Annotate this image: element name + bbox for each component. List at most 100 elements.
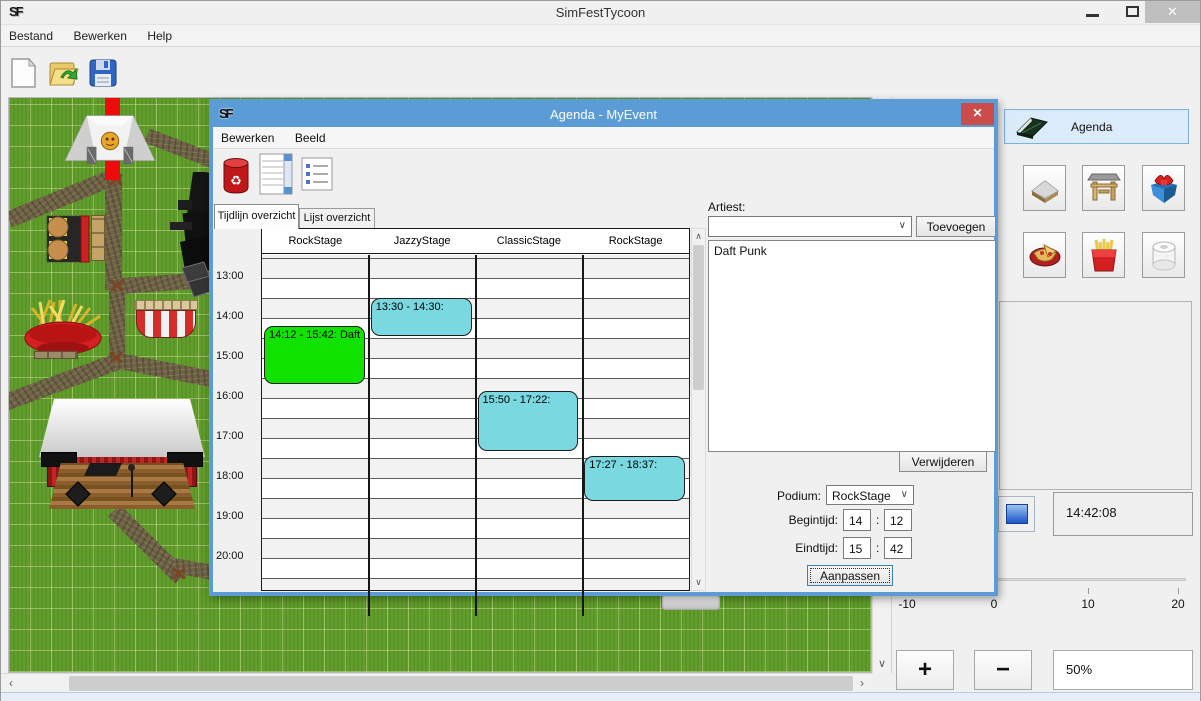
main-stage[interactable] bbox=[39, 399, 205, 511]
begin-hour-field[interactable]: 14 bbox=[843, 509, 871, 531]
zoom-out-button[interactable]: − bbox=[974, 650, 1032, 690]
slider-label: -10 bbox=[898, 597, 915, 611]
time-label: 14:00 bbox=[216, 310, 260, 322]
trash-icon[interactable]: ♻ bbox=[221, 157, 251, 195]
tab-lijst-overzicht[interactable]: Lijst overzicht bbox=[299, 208, 375, 229]
time-label: 13:00 bbox=[216, 270, 260, 282]
dialog-close-button[interactable]: ✕ bbox=[961, 103, 994, 125]
timeline-view-icon[interactable] bbox=[259, 153, 293, 195]
striped-booth[interactable] bbox=[136, 303, 196, 339]
fries-stand[interactable] bbox=[20, 298, 106, 356]
schedule-event[interactable]: 15:50 - 17:22: bbox=[478, 391, 579, 450]
zoom-in-button[interactable]: + bbox=[896, 650, 954, 690]
schedule-table[interactable]: RockStageJazzyStageClassicStageRockStage… bbox=[261, 228, 690, 591]
time-label: 18:00 bbox=[216, 470, 260, 482]
artist-combobox[interactable]: ∨ bbox=[708, 216, 912, 237]
info-groupbox bbox=[999, 301, 1192, 490]
close-button[interactable]: ✕ bbox=[1145, 1, 1200, 23]
open-folder-icon[interactable] bbox=[47, 57, 79, 89]
dirt-path bbox=[105, 174, 122, 290]
time-label: 20:00 bbox=[216, 550, 260, 562]
schedule-scrollbar[interactable]: ∧ ∨ bbox=[691, 228, 706, 591]
gift-box-icon bbox=[1147, 171, 1181, 205]
slider-tick bbox=[1088, 588, 1089, 594]
shop-item-pizza[interactable] bbox=[1023, 232, 1066, 278]
stage-header: JazzyStage bbox=[369, 235, 476, 253]
new-file-icon[interactable] bbox=[7, 57, 39, 89]
schedule-grid: 13:0014:0015:0016:0017:0018:0019:0020:00… bbox=[214, 228, 706, 592]
menu-bewerken[interactable]: Bewerken bbox=[66, 25, 135, 43]
save-floppy-icon[interactable] bbox=[87, 57, 119, 89]
end-minute-field[interactable]: 42 bbox=[884, 537, 912, 559]
list-view-icon[interactable] bbox=[301, 157, 333, 191]
schedule-event[interactable]: 17:27 - 18:37: bbox=[584, 456, 685, 501]
scroll-left-icon[interactable]: ‹ bbox=[1, 674, 21, 693]
maximize-button[interactable] bbox=[1126, 6, 1139, 17]
dialog-menubar: Bewerken Beeld bbox=[213, 127, 994, 149]
menu-bestand[interactable]: Bestand bbox=[1, 25, 61, 43]
stage-header: RockStage bbox=[582, 235, 689, 253]
podium-combobox[interactable]: RockStage ∨ bbox=[826, 485, 914, 505]
scrollbar-thumb[interactable] bbox=[693, 245, 704, 390]
menu-help[interactable]: Help bbox=[139, 25, 180, 43]
begin-minute-field[interactable]: 12 bbox=[884, 509, 912, 531]
artist-listbox[interactable]: Daft Punk bbox=[708, 240, 996, 452]
dialog-menu-bewerken[interactable]: Bewerken bbox=[213, 127, 282, 145]
toilet-roll-icon bbox=[1149, 239, 1179, 271]
dialog-titlebar[interactable]: SF Agenda - MyEvent ✕ bbox=[213, 103, 994, 127]
column-divider bbox=[582, 255, 584, 616]
dialog-menu-beeld[interactable]: Beeld bbox=[287, 127, 334, 145]
artist-list-item[interactable]: Daft Punk bbox=[709, 241, 995, 258]
chevron-down-icon: ∨ bbox=[901, 489, 908, 500]
agenda-button[interactable]: Agenda bbox=[1004, 109, 1189, 144]
time-label: 15:00 bbox=[216, 350, 260, 362]
agenda-button-label: Agenda bbox=[1071, 120, 1112, 134]
shop-item-toilet-roll[interactable] bbox=[1142, 232, 1185, 278]
podium-label: Podium: bbox=[753, 489, 821, 503]
schedule-event[interactable]: 13:30 - 14:30: bbox=[371, 298, 472, 336]
map-horizontal-scrollbar[interactable]: ‹ › bbox=[1, 673, 872, 692]
shop-item-road-tile[interactable] bbox=[1023, 165, 1066, 211]
apply-button[interactable]: Aanpassen bbox=[807, 565, 893, 586]
time-colon: : bbox=[876, 513, 879, 527]
shop-item-fries[interactable] bbox=[1082, 232, 1125, 278]
slider-label: 20 bbox=[1171, 597, 1184, 611]
scroll-right-icon[interactable]: › bbox=[852, 674, 872, 693]
add-artist-button[interactable]: Toevoegen bbox=[916, 216, 996, 237]
chevron-down-icon: ∨ bbox=[899, 220, 906, 231]
time-label: 19:00 bbox=[216, 510, 260, 522]
slider-label: 10 bbox=[1081, 597, 1094, 611]
time-colon: : bbox=[876, 541, 879, 555]
scroll-up-icon[interactable]: ∧ bbox=[692, 229, 705, 244]
game-clock: 14:42:08 bbox=[1053, 492, 1193, 536]
scrollbar-thumb[interactable] bbox=[69, 676, 853, 691]
scroll-down-icon[interactable]: ∨ bbox=[692, 575, 705, 590]
end-hour-field[interactable]: 15 bbox=[843, 537, 871, 559]
main-toolbar bbox=[1, 48, 1200, 96]
simfesttycoon-window: SF SimFestTycoon ✕ Bestand Bewerken Help bbox=[0, 0, 1201, 701]
time-label: 17:00 bbox=[216, 430, 260, 442]
remove-button[interactable]: Verwijderen bbox=[899, 451, 987, 472]
schedule-event[interactable]: 14:12 - 15:42: Daft Punk bbox=[264, 326, 365, 384]
minimize-button[interactable] bbox=[1086, 14, 1099, 17]
tab-tijdlijn-overzicht[interactable]: Tijdlijn overzicht bbox=[214, 204, 299, 229]
scroll-down-icon[interactable]: ∨ bbox=[873, 655, 891, 673]
agenda-dialog: SF Agenda - MyEvent ✕ Bewerken Beeld ♻ T… bbox=[209, 99, 998, 596]
play-pause-icon bbox=[1006, 504, 1028, 524]
schedule-body[interactable]: 13:30 - 14:30:14:12 - 15:42: Daft Punk 15… bbox=[262, 255, 689, 590]
burger-stand[interactable] bbox=[45, 214, 93, 264]
shop-item-gift-box[interactable] bbox=[1142, 165, 1185, 211]
dirt-path bbox=[112, 352, 218, 388]
path-node bbox=[172, 566, 186, 580]
time-axis: 13:0014:0015:0016:0017:0018:0019:0020:00 bbox=[214, 228, 261, 592]
column-divider bbox=[368, 255, 370, 616]
striped-booth-body bbox=[136, 310, 196, 338]
artist-label: Artiest: bbox=[708, 200, 745, 214]
scrollbar-corner bbox=[872, 673, 890, 692]
festival-tent[interactable] bbox=[62, 110, 158, 172]
status-strip bbox=[1, 692, 1200, 701]
svg-text:♻: ♻ bbox=[230, 173, 242, 188]
shop-item-torii-gate[interactable] bbox=[1082, 165, 1125, 211]
main-titlebar: SF SimFestTycoon ✕ bbox=[1, 1, 1200, 24]
play-pause-button[interactable] bbox=[998, 496, 1035, 532]
